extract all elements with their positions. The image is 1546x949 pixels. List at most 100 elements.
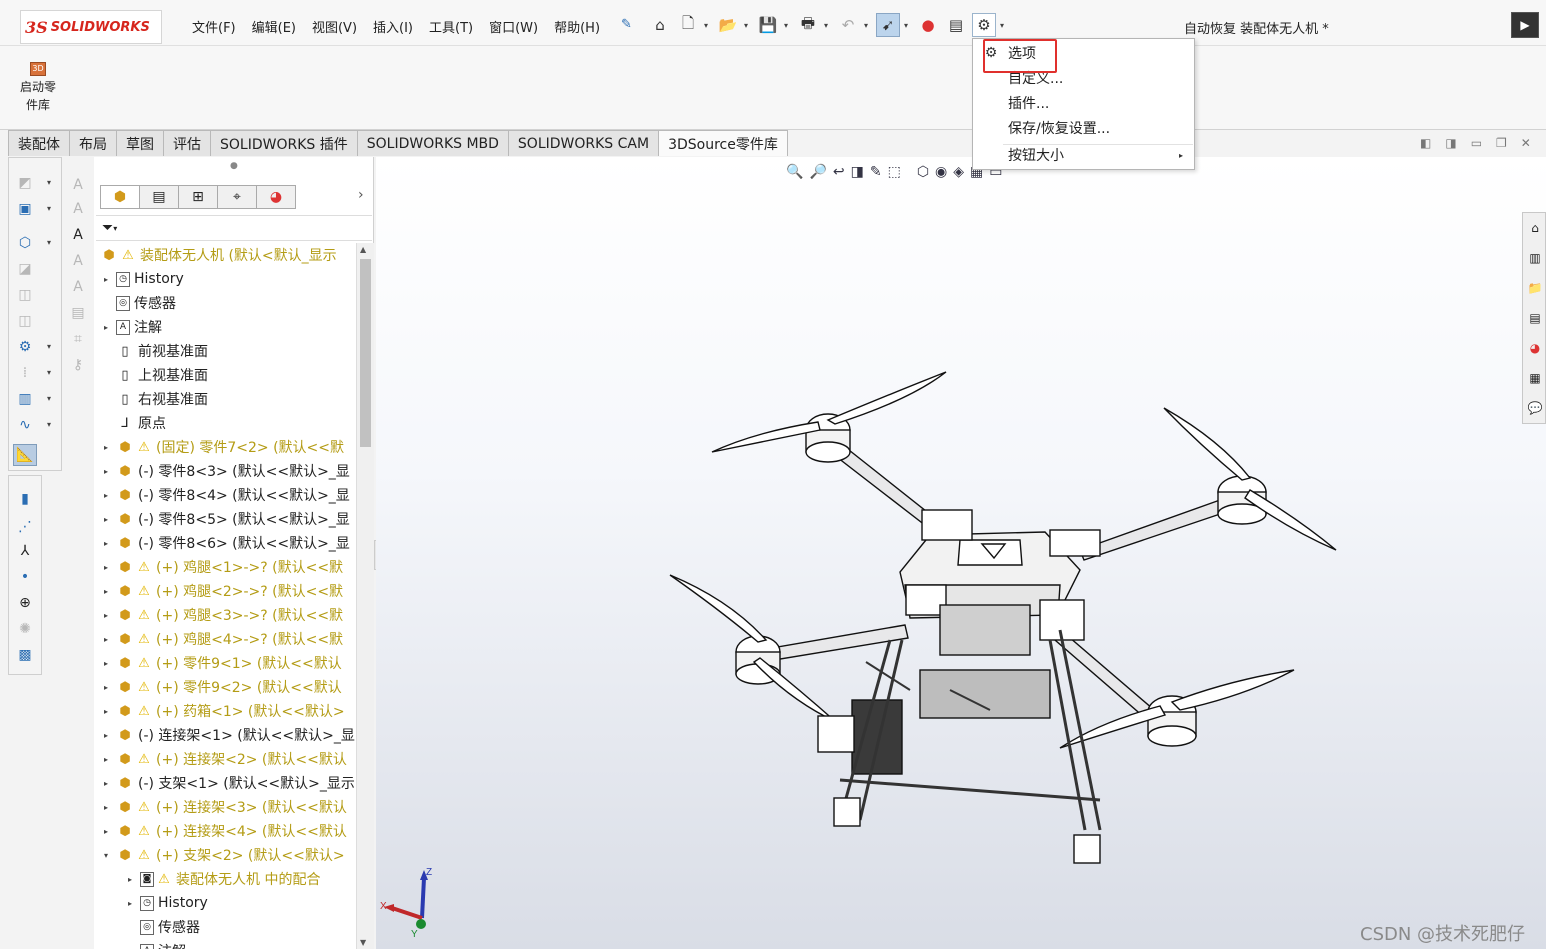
note-icon[interactable]: A xyxy=(68,176,88,194)
tree-row[interactable]: ▸ ⬢ ⚠ (+) 鸡腿<3>->? (默认<<默 xyxy=(100,603,356,627)
chevron-down-icon[interactable]: ▾ xyxy=(47,368,55,377)
expand-arrow-icon[interactable]: ▸ xyxy=(100,467,112,476)
chevron-down-icon[interactable]: ▾ xyxy=(1000,21,1008,30)
expand-arrow-icon[interactable]: ▸ xyxy=(100,779,112,788)
tree-row[interactable]: ▸ ⬢ (-) 零件8<6> (默认<<默认>_显 xyxy=(100,531,356,555)
bounding-box-icon[interactable]: ▩ xyxy=(15,646,35,664)
tree-row[interactable]: ▸A注解 xyxy=(124,939,356,949)
chevron-down-icon[interactable]: ▾ xyxy=(904,21,912,30)
menu-file[interactable]: 文件(F) xyxy=(184,17,244,36)
expand-arrow-icon[interactable]: ▸ xyxy=(100,515,112,524)
launch-part-library-button[interactable]: 3D 启动零 件库 xyxy=(10,62,66,114)
tab-layout[interactable]: 布局 xyxy=(69,130,117,156)
tree-row[interactable]: ▸ ⬢ (-) 零件8<4> (默认<<默认>_显 xyxy=(100,483,356,507)
mate-reference-icon[interactable]: ✺ xyxy=(15,620,35,638)
zoom-to-fit-icon[interactable]: 🔍 xyxy=(786,164,803,180)
tree-row[interactable]: ▯ 右视基准面 xyxy=(100,387,356,411)
chevron-down-icon[interactable]: ▾ xyxy=(113,224,117,233)
tree-filter[interactable]: ⏷ ▾ xyxy=(96,215,372,241)
chevron-down-icon[interactable]: ▾ xyxy=(47,420,55,429)
move-component-icon[interactable]: ◫ xyxy=(15,286,35,304)
expand-arrow-icon[interactable]: ▸ xyxy=(100,803,112,812)
menu-item-save-restore-settings[interactable]: 保存/恢复设置... xyxy=(973,116,1194,140)
dimxpert-tab-icon[interactable]: ⌖ xyxy=(217,185,257,209)
file-explorer-icon[interactable]: 📁 xyxy=(1526,279,1544,297)
select-cursor-icon[interactable]: ➹ xyxy=(876,13,900,37)
chevron-down-icon[interactable]: ▾ xyxy=(824,21,832,30)
tab-evaluate[interactable]: 评估 xyxy=(163,130,211,156)
chevron-down-icon[interactable]: ▾ xyxy=(47,342,55,351)
coordinate-system-icon[interactable]: ⅄ xyxy=(15,542,35,560)
auto-balloon-icon[interactable]: A xyxy=(68,226,88,244)
tree-row[interactable]: ▸ ◷ History xyxy=(124,891,356,915)
center-of-mass-icon[interactable]: ⊕ xyxy=(15,594,35,612)
tree-row[interactable]: ▸ ⬢ ⚠ (+) 鸡腿<4>->? (默认<<默 xyxy=(100,627,356,651)
expand-arrow-icon[interactable]: ▸ xyxy=(100,563,112,572)
view-palette-icon[interactable]: ▤ xyxy=(1526,309,1544,327)
show-hidden-icon[interactable]: ◫ xyxy=(15,312,35,330)
scroll-up-icon[interactable]: ▲ xyxy=(360,245,366,254)
tree-row[interactable]: ◎ 传感器 xyxy=(100,291,356,315)
expand-arrow-icon[interactable]: ▸ xyxy=(100,443,112,452)
tab-solidworks-mbd[interactable]: SOLIDWORKS MBD xyxy=(356,130,509,156)
tree-row[interactable]: ⅃ 原点 xyxy=(100,411,356,435)
linear-pattern-icon[interactable]: ⬡ xyxy=(15,234,35,252)
tab-solidworks-cam[interactable]: SOLIDWORKS CAM xyxy=(507,130,660,156)
point-icon[interactable]: • xyxy=(15,568,35,586)
expand-arrow-icon[interactable]: ▸ xyxy=(100,323,112,332)
insert-component-icon[interactable]: ◩ xyxy=(15,174,35,192)
expand-arrow-icon[interactable]: ▸ xyxy=(100,491,112,500)
tab-solidworks-addins[interactable]: SOLIDWORKS 插件 xyxy=(210,130,358,156)
solidworks-logo[interactable]: 3S SOLIDWORKS xyxy=(20,10,162,44)
expand-arrow-icon[interactable]: ▸ xyxy=(100,275,112,284)
expand-arrow-icon[interactable]: ▸ xyxy=(100,707,112,716)
menu-edit[interactable]: 编辑(E) xyxy=(244,17,304,36)
appearances-icon[interactable]: ◕ xyxy=(1526,339,1544,357)
tree-row[interactable]: ▸ ⬢ ⚠ (+) 连接架<2> (默认<<默认 xyxy=(100,747,356,771)
tree-row[interactable]: ▸ ⬢ (-) 连接架<1> (默认<<默认>_显 xyxy=(100,723,356,747)
expand-arrow-icon[interactable]: ▸ xyxy=(124,875,136,884)
section-view-icon[interactable]: ◨ xyxy=(851,164,864,180)
chevron-right-icon[interactable]: › xyxy=(358,187,364,203)
tree-row[interactable]: ▸ ⬢ ⚠ (+) 连接架<3> (默认<<默认 xyxy=(100,795,356,819)
expand-arrow-icon[interactable]: ▸ xyxy=(100,731,112,740)
assembly-features-icon[interactable]: ⚙ xyxy=(15,338,35,356)
design-library-icon[interactable]: ▥ xyxy=(1526,249,1544,267)
tree-row[interactable]: ▸ ◷ History xyxy=(100,267,356,291)
window-toggle-icon[interactable]: ▶ xyxy=(1511,12,1539,38)
datum-target-icon[interactable]: ⚷ xyxy=(68,356,88,374)
new-document-icon[interactable]: 🗋 xyxy=(676,13,700,37)
menu-insert[interactable]: 插入(I) xyxy=(365,17,421,36)
menu-tools[interactable]: 工具(T) xyxy=(421,17,481,36)
geometric-tolerance-icon[interactable]: ▤ xyxy=(68,304,88,322)
expand-arrow-icon[interactable]: ▸ xyxy=(100,539,112,548)
panel-grip[interactable]: ● xyxy=(230,161,238,171)
scroll-thumb[interactable] xyxy=(360,259,371,447)
chevron-down-icon[interactable]: ▾ xyxy=(744,21,752,30)
tab-sketch[interactable]: 草图 xyxy=(116,130,164,156)
tree-scrollbar[interactable]: ▲ ▼ xyxy=(356,243,374,949)
zoom-to-area-icon[interactable]: 🔎 xyxy=(809,164,826,180)
plane-icon[interactable]: ▮ xyxy=(15,490,35,508)
tile-right-icon[interactable]: ◨ xyxy=(1445,136,1456,150)
expand-arrow-icon[interactable]: ▸ xyxy=(100,755,112,764)
filter-icon[interactable]: ⏷ xyxy=(102,220,113,236)
tree-row[interactable]: ◎ 传感器 xyxy=(124,915,356,939)
tab-3dsource-library[interactable]: 3DSource零件库 xyxy=(658,130,788,156)
weld-symbol-icon[interactable]: A xyxy=(68,278,88,296)
save-icon[interactable]: 💾 xyxy=(756,13,780,37)
tree-row[interactable]: ▸ ⬢ ⚠ (+) 零件9<1> (默认<<默认 xyxy=(100,651,356,675)
reference-geometry-icon[interactable]: ⁞ xyxy=(15,364,35,382)
tree-row[interactable]: ▸ ⬢ ⚠ (+) 药箱<1> (默认<<默认> xyxy=(100,699,356,723)
expand-arrow-icon[interactable]: ▸ xyxy=(100,827,112,836)
expand-arrow-icon[interactable]: ▸ xyxy=(100,683,112,692)
tree-row[interactable]: ▸ ⬢ ⚠ (+) 连接架<4> (默认<<默认 xyxy=(100,819,356,843)
expand-arrow-icon[interactable]: ▸ xyxy=(100,587,112,596)
drone-assembly-model[interactable] xyxy=(660,360,1360,880)
chevron-down-icon[interactable]: ▾ xyxy=(47,204,55,213)
tab-assembly[interactable]: 装配体 xyxy=(8,130,70,156)
menu-item-button-size[interactable]: 按钮大小 ▸ xyxy=(973,143,1194,167)
tree-row[interactable]: ▯ 前视基准面 xyxy=(100,339,356,363)
menu-help[interactable]: 帮助(H) xyxy=(546,17,608,36)
smart-fasteners-icon[interactable]: ◪ xyxy=(15,260,35,278)
